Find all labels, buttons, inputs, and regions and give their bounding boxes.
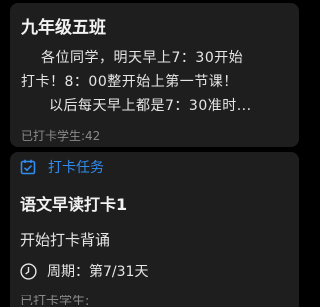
group-announcement-card[interactable]: 九年级五班 各位同学，明天早上7：30开始 打卡！8：00整开始上第一节课！ 以… — [10, 3, 299, 147]
clock-icon — [20, 262, 37, 280]
announcement-line-1: 各位同学，明天早上7：30开始 — [41, 50, 244, 66]
announcement-line-2: 打卡！8：00整开始上第一节课！ — [21, 74, 238, 90]
signed-count: 已打卡学生:42 — [21, 129, 101, 143]
signed-count-partial-text: 已打卡学生: — [20, 295, 90, 305]
task-title: 语文早读打卡1 — [20, 195, 128, 214]
announcement-line-3: 以后每天早上都是7：30准时... — [49, 98, 252, 114]
task-header-label: 打卡任务 — [48, 160, 104, 176]
period-text: 周期：第7/31天 — [47, 264, 149, 280]
signed-count-partial: 已打卡学生: — [20, 295, 130, 305]
period-row: 周期：第7/31天 — [20, 261, 148, 281]
checkin-task-card[interactable]: 打卡任务 语文早读打卡1 开始打卡背诵 周期：第7/31天 已打卡学生: — [10, 152, 299, 307]
screen: 九年级五班 各位同学，明天早上7：30开始 打卡！8：00整开始上第一节课！ 以… — [0, 0, 307, 307]
checkbox-calendar-icon — [20, 159, 36, 175]
group-title: 九年级五班 — [21, 18, 106, 38]
task-description: 开始打卡背诵 — [20, 231, 111, 249]
task-header: 打卡任务 — [20, 157, 104, 177]
